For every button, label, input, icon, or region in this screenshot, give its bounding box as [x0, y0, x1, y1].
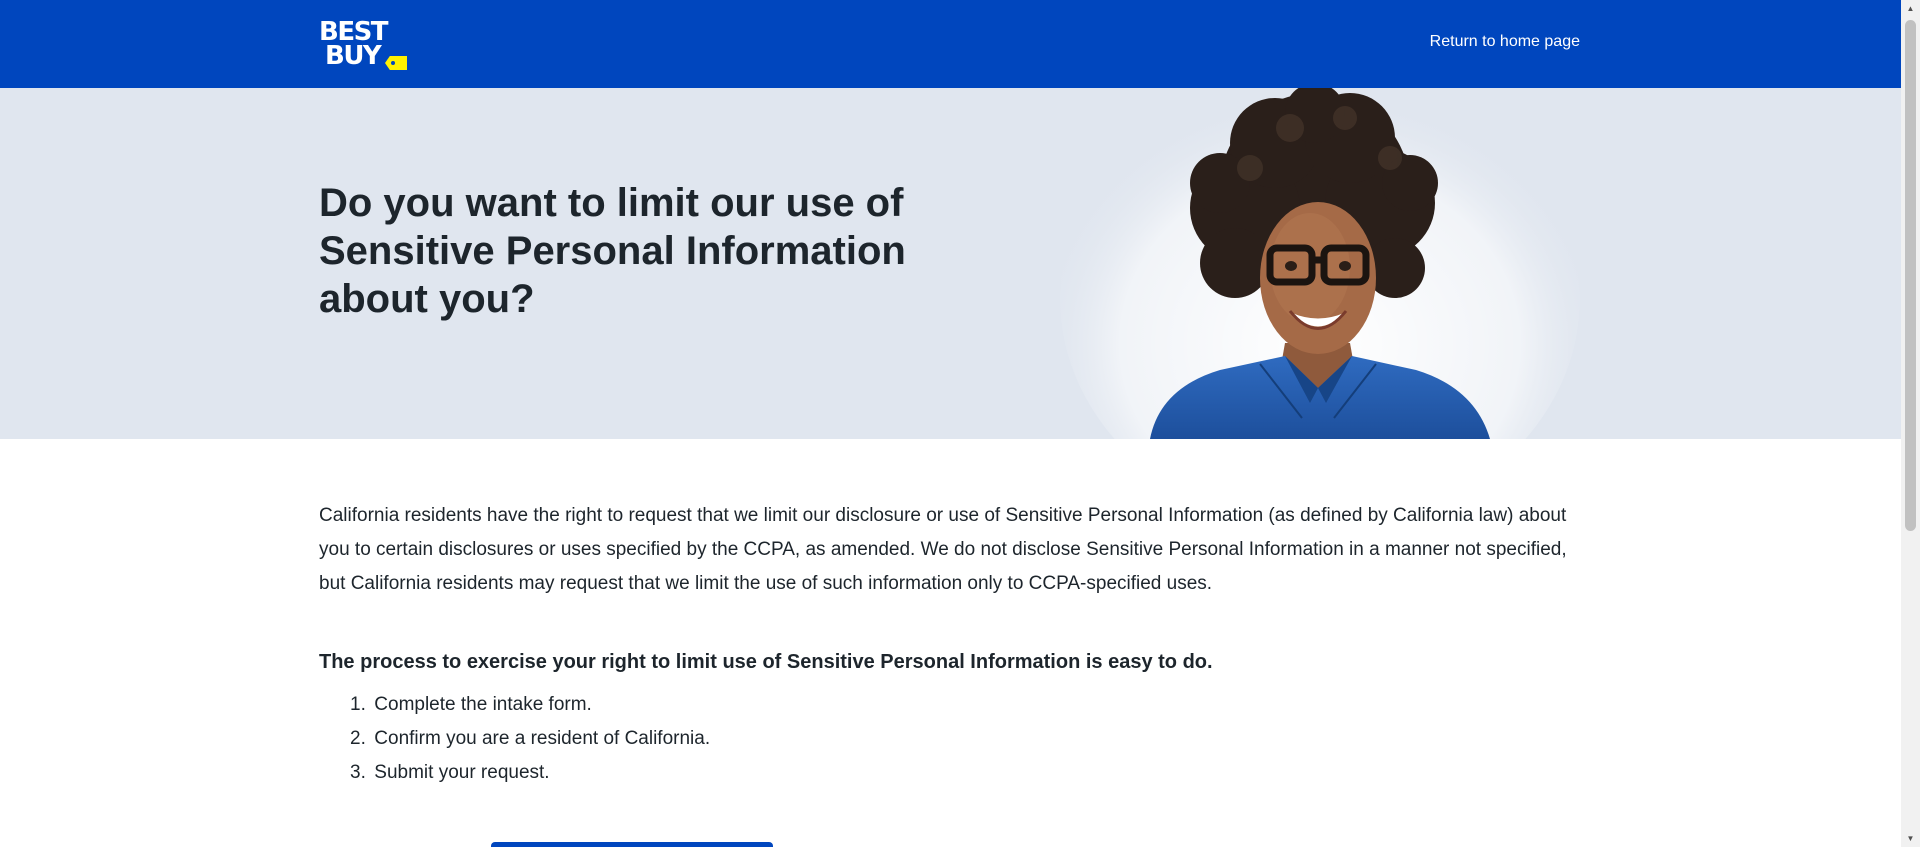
hero-banner: Do you want to limit our use of Sensitiv…: [0, 88, 1901, 439]
scroll-up-arrow-icon[interactable]: ▲: [1901, 0, 1920, 17]
list-item: 2. Confirm you are a resident of Califor…: [350, 722, 1581, 756]
employee-portrait-image: [1060, 88, 1580, 439]
intro-paragraph: California residents have the right to r…: [319, 505, 1567, 594]
page: BEST BUY Return to home page Do you want…: [0, 0, 1901, 847]
page-title: Do you want to limit our use of Sensitiv…: [319, 181, 906, 321]
logo-line-buy: BUY: [325, 41, 382, 71]
step-text: Complete the intake form.: [374, 694, 592, 715]
step-number: 3.: [350, 762, 366, 783]
scroll-down-arrow-icon[interactable]: ▼: [1901, 830, 1920, 847]
step-number: 2.: [350, 728, 366, 749]
logo-wordmark: BEST BUY: [319, 19, 389, 71]
best-buy-logo[interactable]: BEST BUY: [319, 19, 411, 72]
list-item: 3. Submit your request.: [350, 756, 1581, 790]
start-request-button[interactable]: [491, 842, 773, 847]
price-tag-icon: [385, 56, 407, 70]
main-content: California residents have the right to r…: [319, 439, 1581, 790]
vertical-scrollbar[interactable]: ▲ ▼: [1901, 0, 1920, 847]
return-to-home-link[interactable]: Return to home page: [1430, 33, 1580, 51]
process-steps-list: 1. Complete the intake form. 2. Confirm …: [319, 688, 1581, 790]
step-number: 1.: [350, 694, 366, 715]
site-header: BEST BUY Return to home page: [0, 0, 1901, 88]
scroll-thumb[interactable]: [1905, 20, 1916, 531]
process-heading: The process to exercise your right to li…: [319, 651, 1213, 673]
step-text: Confirm you are a resident of California…: [374, 728, 711, 749]
step-text: Submit your request.: [374, 762, 550, 783]
list-item: 1. Complete the intake form.: [350, 688, 1581, 722]
